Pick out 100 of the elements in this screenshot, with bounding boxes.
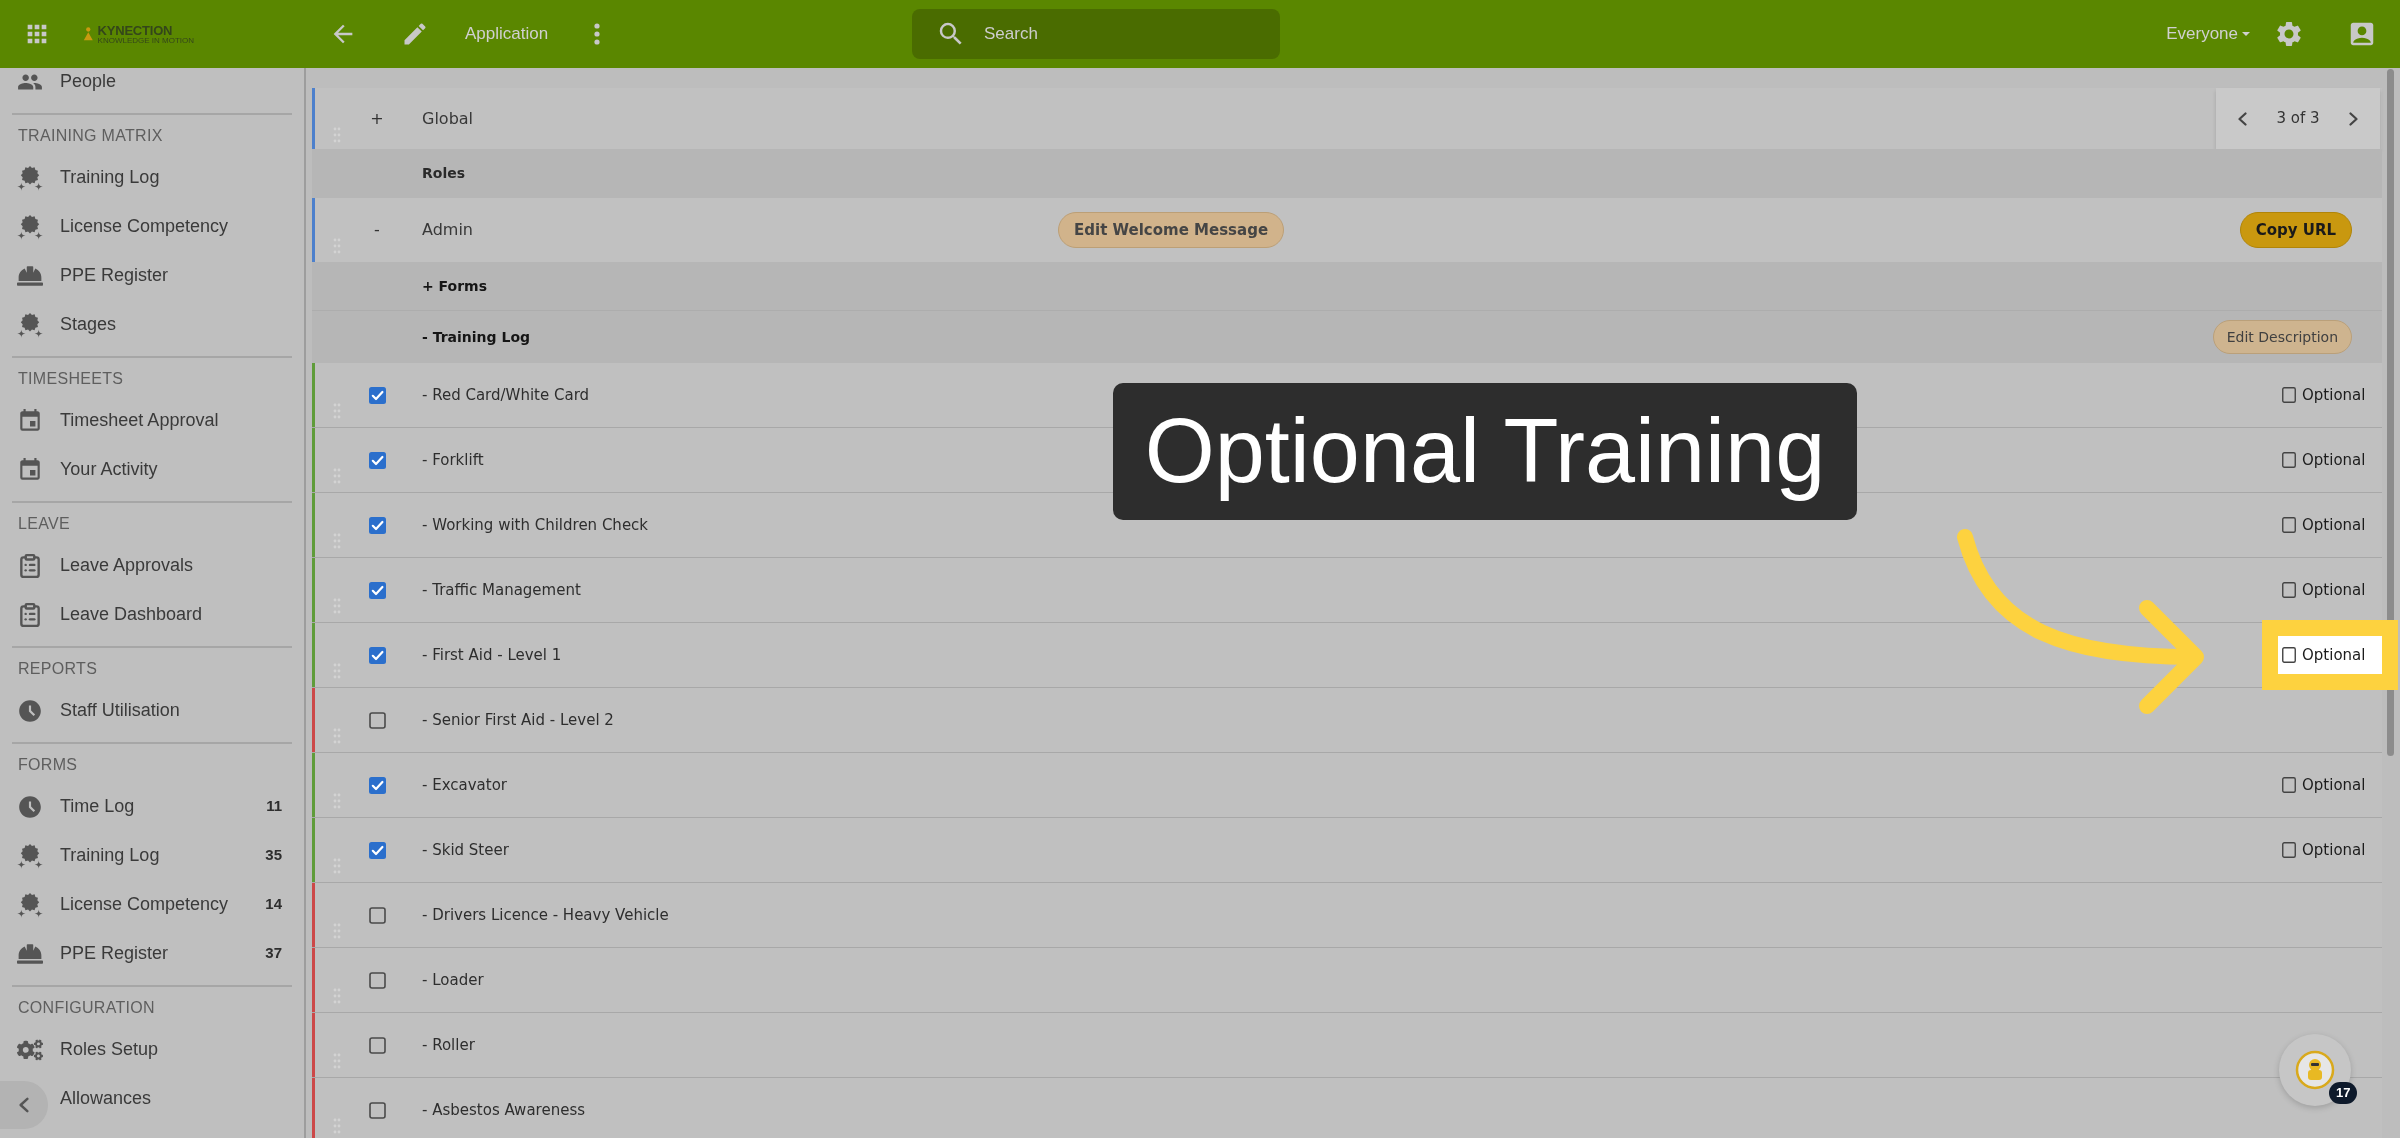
- sidebar-item[interactable]: Staff Utilisation: [0, 686, 304, 735]
- group-label: Global: [422, 107, 474, 130]
- sidebar-item[interactable]: Stages: [0, 300, 304, 349]
- sidebar-item[interactable]: Allowances: [50, 1074, 304, 1123]
- checkbox[interactable]: [368, 776, 386, 794]
- edit-button[interactable]: Edit Welcome Message: [1058, 212, 1285, 248]
- rosette-icon: [17, 891, 43, 918]
- logo-wordmark: KYNECTION: [97, 23, 174, 37]
- clock-icon: [17, 793, 43, 820]
- logo-tagline: KNOWLEDGE IN MOTION: [97, 36, 194, 45]
- item-count: 11: [266, 796, 282, 817]
- edit-description-button[interactable]: Edit Description: [2212, 320, 2352, 354]
- optional-checkbox[interactable]: [2282, 647, 2296, 663]
- calendar-icon: [17, 407, 43, 434]
- training-label: - First Aid - Level 1: [422, 644, 562, 666]
- training-label: - Asbestos Awareness: [422, 1099, 585, 1121]
- chevron-left-icon: [2238, 111, 2247, 126]
- previous-page-button[interactable]: [2238, 111, 2247, 126]
- training-label: - Working with Children Check: [422, 514, 649, 536]
- collapse-toggle[interactable]: -: [358, 218, 396, 242]
- checkbox[interactable]: [368, 1036, 386, 1054]
- checkbox[interactable]: [368, 711, 386, 729]
- sidebar-item[interactable]: Timesheet Approval: [0, 396, 304, 445]
- sidebar-item[interactable]: Leave Dashboard: [0, 590, 304, 639]
- section-heading: CONFIGURATION: [17, 997, 156, 1018]
- section-label: Roles: [422, 164, 466, 183]
- scrollbar-thumb[interactable]: [2387, 69, 2394, 756]
- optional-label: Optional: [2302, 644, 2366, 666]
- optional-checkbox[interactable]: [2282, 777, 2296, 793]
- checkbox[interactable]: [368, 841, 386, 859]
- sidebar-item[interactable]: License Competency 14: [0, 880, 304, 929]
- sidebar-item[interactable]: Roles Setup: [0, 1025, 304, 1074]
- training-label: - Red Card/White Card: [422, 384, 590, 406]
- training-label: - Loader: [422, 969, 484, 991]
- checkbox[interactable]: [368, 646, 386, 664]
- sidebar-item[interactable]: Time Log 11: [0, 782, 304, 831]
- rosette-icon: [17, 311, 43, 338]
- chevron-left-icon: [19, 1097, 29, 1113]
- checkbox[interactable]: [368, 516, 386, 534]
- sidebar-item[interactable]: PPE Register 37: [0, 929, 304, 978]
- optional-checkbox[interactable]: [2282, 517, 2296, 533]
- optional-label: Optional: [2302, 449, 2366, 471]
- sidebar-item[interactable]: PPE Register: [0, 251, 304, 300]
- optional-label: Optional: [2302, 579, 2366, 601]
- section-heading: REPORTS: [17, 658, 99, 679]
- optional-checkbox[interactable]: [2282, 387, 2296, 403]
- item-count: 35: [265, 845, 282, 866]
- rosette-icon: [17, 164, 43, 191]
- group-label: Admin: [422, 219, 474, 241]
- training-label: - Excavator: [422, 774, 507, 796]
- logo-icon: [82, 26, 95, 42]
- settings-icon: [2274, 19, 2304, 49]
- clipboard-icon: [17, 601, 43, 628]
- checkbox[interactable]: [368, 971, 386, 989]
- optional-checkbox[interactable]: [2282, 842, 2296, 858]
- sidebar-item[interactable]: Training Log 35: [0, 831, 304, 880]
- checkbox[interactable]: [368, 451, 386, 469]
- page-indicator: 3 of 3: [2276, 108, 2320, 130]
- sidebar-item[interactable]: Training Log: [0, 153, 304, 202]
- kebab-menu-icon: [594, 23, 601, 45]
- sidebar-item[interactable]: License Competency: [0, 202, 304, 251]
- training-label: - Roller: [422, 1034, 475, 1056]
- training-label: - Skid Steer: [422, 839, 509, 861]
- item-count: 37: [265, 943, 282, 964]
- section-label: + Forms: [422, 276, 488, 296]
- page-title: Application: [465, 23, 549, 46]
- training-label: - Senior First Aid - Level 2: [422, 709, 614, 731]
- checkbox[interactable]: [368, 581, 386, 599]
- checkbox[interactable]: [368, 906, 386, 924]
- sidebar-item[interactable]: Your Activity: [0, 445, 304, 494]
- copy-button[interactable]: Copy URL: [2239, 212, 2352, 248]
- optional-label: Optional: [2302, 514, 2366, 536]
- section-label: - Training Log: [422, 327, 531, 347]
- item-count: 14: [265, 894, 282, 915]
- settings-button[interactable]: [2274, 19, 2304, 49]
- next-page-button[interactable]: [2349, 111, 2358, 126]
- checkbox[interactable]: [368, 386, 386, 404]
- search-field[interactable]: Search: [912, 9, 1280, 59]
- sidebar-item[interactable]: People: [0, 68, 304, 106]
- training-label: - Traffic Management: [422, 579, 581, 601]
- optional-label: Optional: [2302, 774, 2366, 796]
- checkbox[interactable]: [368, 1101, 386, 1119]
- clipboard-icon: [17, 552, 43, 579]
- section-heading: FORMS: [17, 754, 79, 775]
- optional-label: Optional: [2302, 839, 2366, 861]
- chevron-right-icon: [2349, 111, 2358, 126]
- notification-count: 17: [2329, 1082, 2358, 1104]
- rosette-icon: [17, 213, 43, 240]
- optional-checkbox[interactable]: [2282, 582, 2296, 598]
- sidebar-item[interactable]: Leave Approvals: [0, 541, 304, 590]
- training-label: - Drivers Licence - Heavy Vehicle: [422, 904, 669, 926]
- callout: Optional Training: [1113, 383, 1857, 520]
- mascot-icon: [2295, 1050, 2335, 1090]
- section-heading: TIMESHEETS: [17, 368, 125, 389]
- expand-toggle[interactable]: +: [358, 106, 396, 131]
- section-heading: TRAINING MATRIX: [17, 125, 164, 146]
- clock-icon: [17, 697, 43, 724]
- rosette-icon: [17, 842, 43, 869]
- optional-checkbox[interactable]: [2282, 452, 2296, 468]
- section-heading: LEAVE: [17, 513, 71, 534]
